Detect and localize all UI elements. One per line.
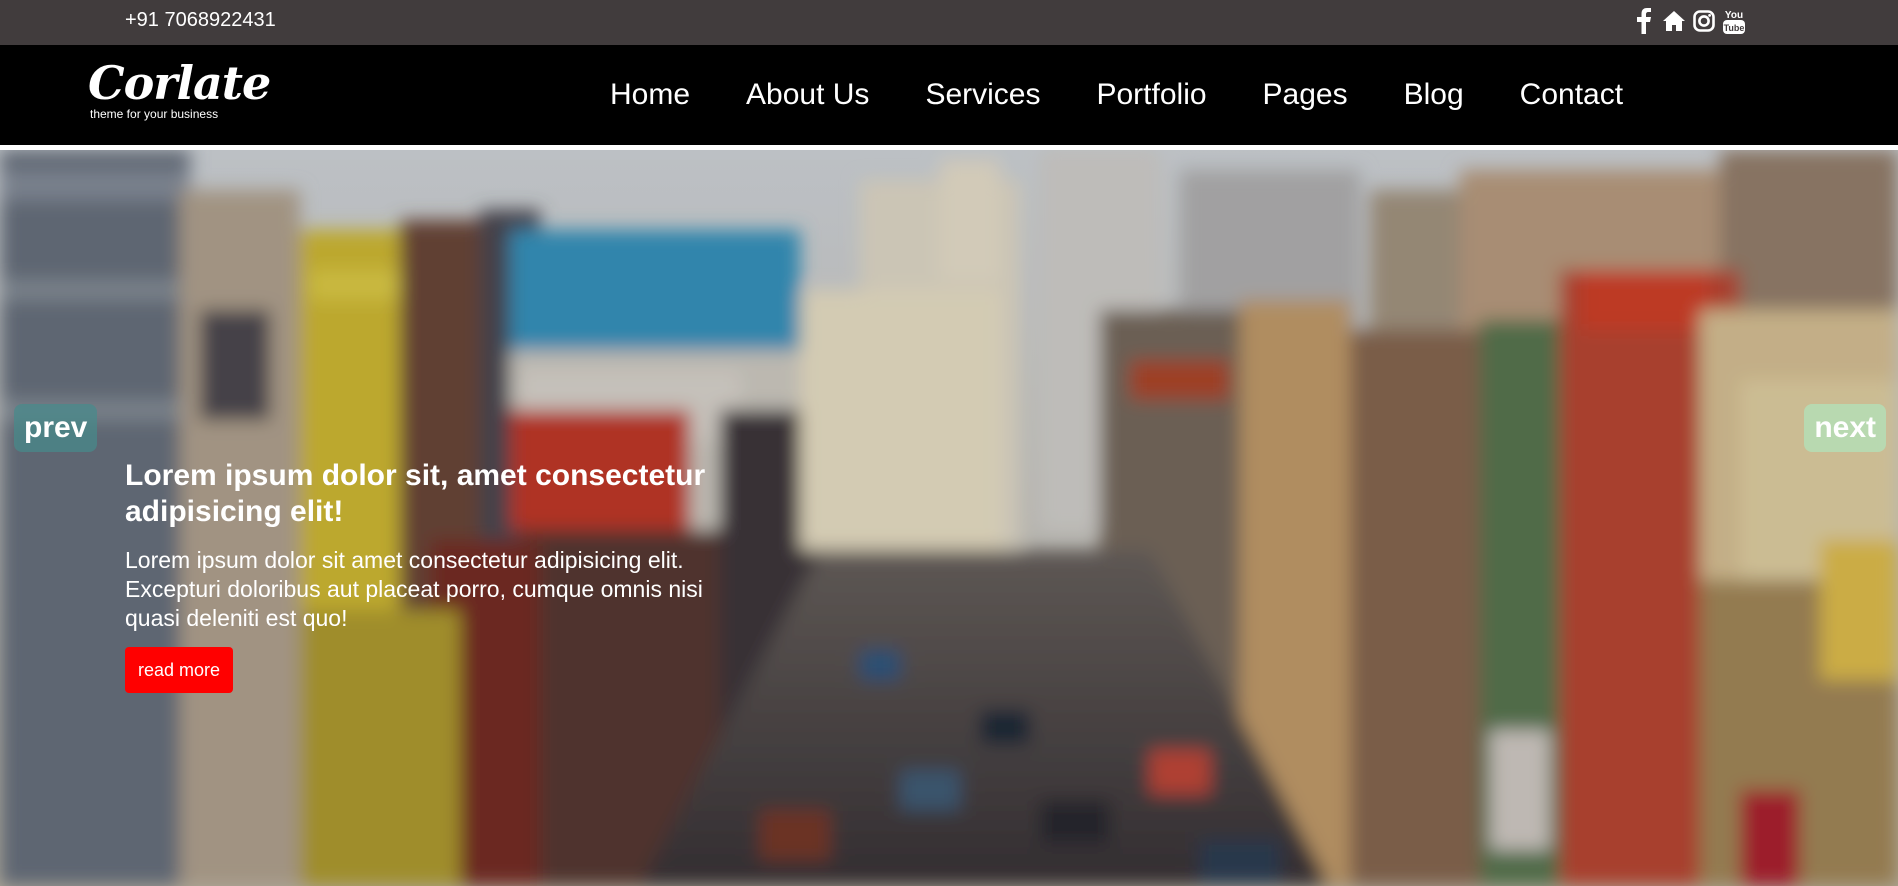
home-icon[interactable] [1662,7,1686,35]
logo-wordmark: Corlate [88,56,271,110]
prev-slide-button[interactable]: prev [14,404,98,452]
phone-number[interactable]: +91 7068922431 [125,9,276,31]
nav-about-us[interactable]: About Us [746,78,869,112]
slide-caption: Lorem ipsum dolor sit, amet consectetur … [125,458,725,693]
nav-blog[interactable]: Blog [1404,78,1464,112]
top-bar: +91 7068922431 You Tube [0,0,1898,45]
logo[interactable]: Corlate theme for your business [88,56,271,121]
nav-services[interactable]: Services [925,78,1040,112]
hero-slider: prev next Lorem ipsum dolor sit, amet co… [0,150,1898,886]
slide-title: Lorem ipsum dolor sit, amet consectetur … [125,459,706,528]
next-slide-button[interactable]: next [1804,404,1886,452]
nav-home[interactable]: Home [610,78,690,112]
nav-contact[interactable]: Contact [1520,78,1623,112]
social-links: You Tube [1632,7,1746,35]
nav-pages[interactable]: Pages [1263,78,1348,112]
facebook-icon[interactable] [1632,7,1656,35]
slide-description: Lorem ipsum dolor sit amet consectetur a… [125,547,703,631]
main-header: Corlate theme for your business Home Abo… [0,45,1898,145]
main-nav: Home About Us Services Portfolio Pages B… [610,45,1623,145]
svg-text:Tube: Tube [1724,23,1745,33]
nav-portfolio[interactable]: Portfolio [1096,78,1206,112]
youtube-icon[interactable]: You Tube [1722,7,1746,35]
instagram-icon[interactable] [1692,7,1716,35]
read-more-button[interactable]: read more [125,647,234,693]
svg-text:You: You [1725,10,1743,21]
